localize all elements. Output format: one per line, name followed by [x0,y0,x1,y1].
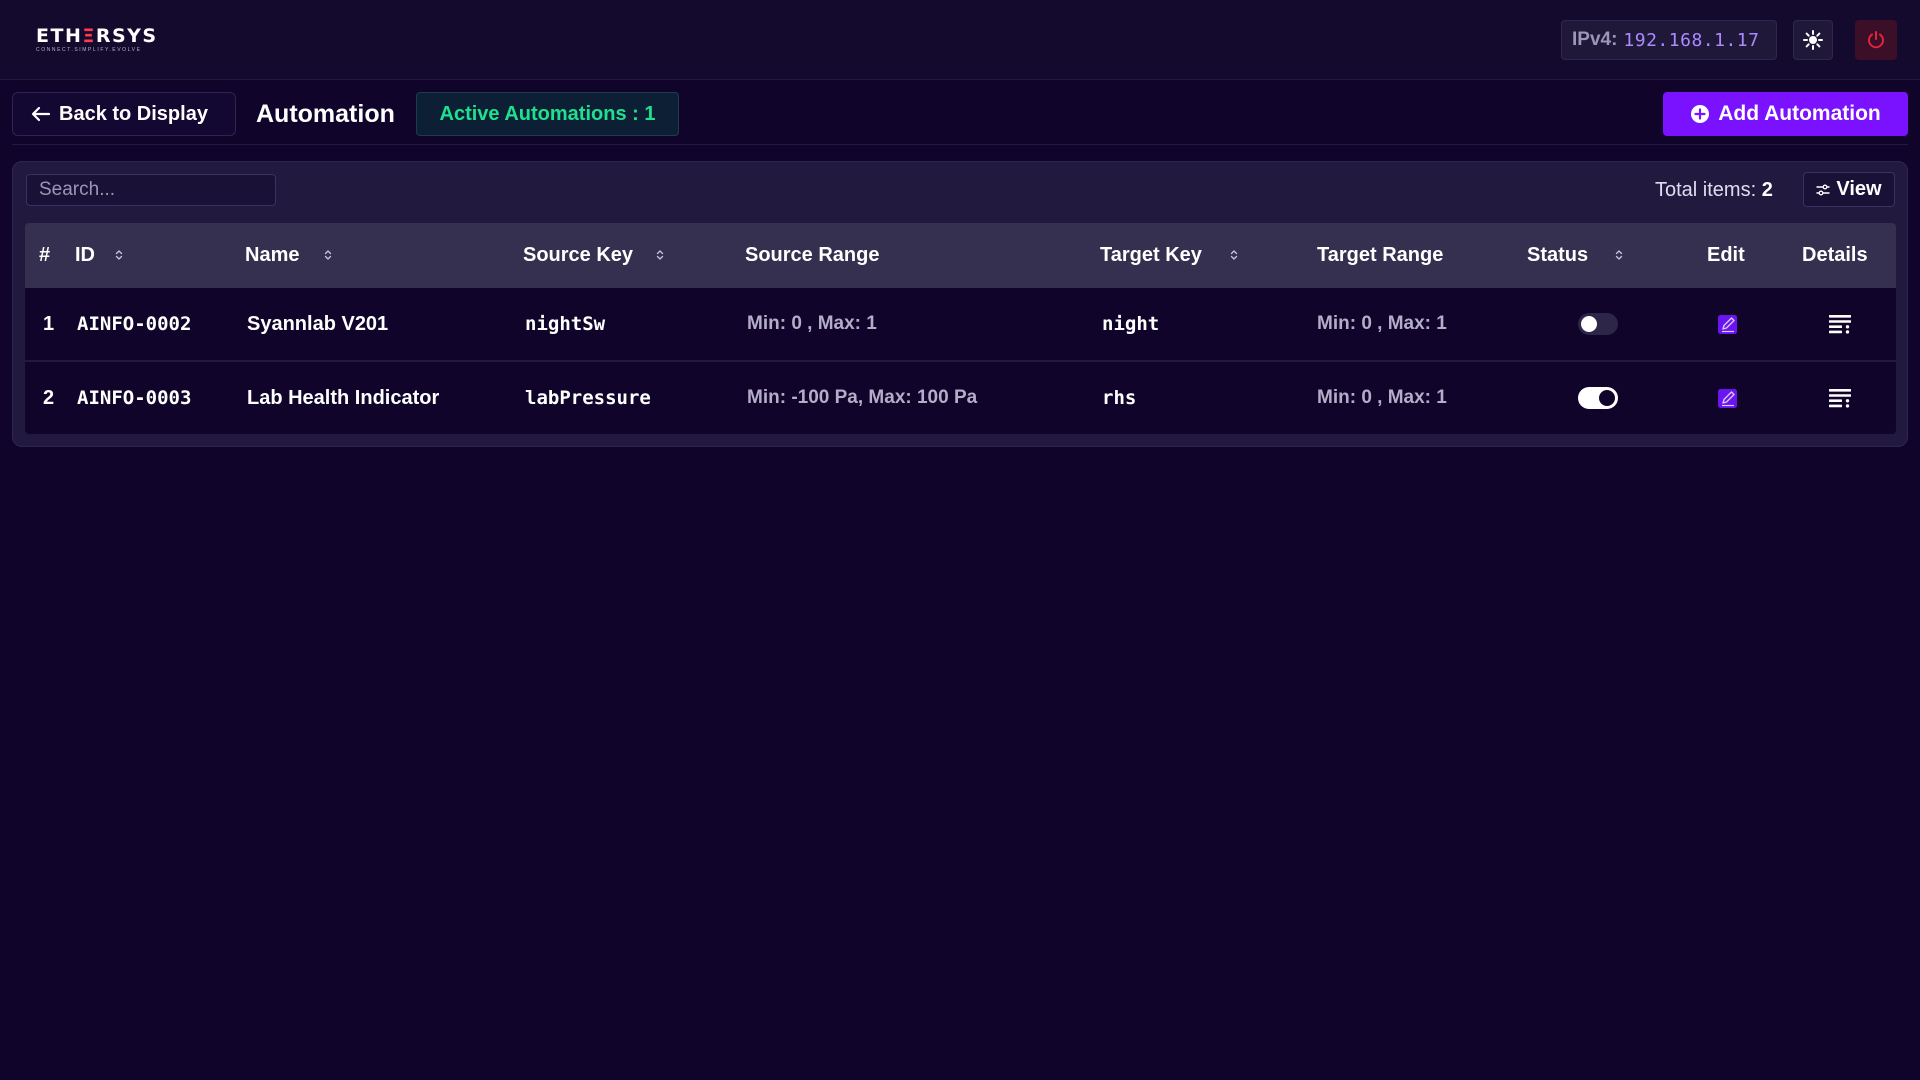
column-header-target-range: Target Range [1317,244,1444,266]
logo-wordmark: ETHΞRSYS [36,25,158,47]
search-input[interactable] [26,174,276,206]
row-name: Lab Health Indicator [247,387,440,409]
sliders-icon [1816,184,1831,195]
row-target-key: night [1102,313,1160,335]
power-icon [1868,31,1884,49]
back-to-display-button[interactable]: Back to Display [12,92,236,136]
column-header-index: # [39,244,51,266]
page-title: Automation [256,100,395,128]
row-id: AINFO-0003 [77,387,192,409]
row-source-range: Min: 0 , Max: 1 [747,313,877,334]
row-index: 2 [43,387,55,409]
sort-icon[interactable] [324,249,332,261]
plus-circle-icon [1691,105,1710,123]
column-header-name[interactable]: Name [245,223,299,288]
ip-value: 192.168.1.17 [1623,29,1760,51]
column-header-edit: Edit [1707,244,1745,266]
top-bar: ETHΞRSYS CONNECT.SIMPLIFY.EVOLVE IPv4: 1… [0,0,1920,80]
view-options-button[interactable]: View [1803,172,1895,207]
table-row: 2 AINFO-0003 Lab Health Indicator labPre… [25,362,1896,434]
ip-label: IPv4: [1572,29,1618,50]
logo-tagline: CONNECT.SIMPLIFY.EVOLVE [36,47,142,53]
active-automations-badge: Active Automations : 1 [416,92,679,136]
sort-icon[interactable] [115,249,123,261]
status-toggle[interactable] [1578,387,1618,409]
power-button[interactable] [1855,20,1897,60]
column-header-source-range: Source Range [745,244,880,266]
add-automation-button[interactable]: Add Automation [1663,92,1908,136]
column-header-source-key[interactable]: Source Key [523,223,633,288]
sort-icon[interactable] [656,249,664,261]
theme-toggle-button[interactable] [1793,20,1833,60]
table-header: # ID Name Source Key Source Range Target… [25,223,1896,288]
sort-icon[interactable] [1230,249,1238,261]
row-source-key: labPressure [525,387,651,409]
add-button-label: Add Automation [1718,102,1881,125]
row-id: AINFO-0002 [77,313,192,335]
row-name: Syannlab V201 [247,313,389,335]
column-header-status[interactable]: Status [1527,223,1588,288]
ip-address-display: IPv4: 192.168.1.17 [1561,20,1777,60]
sun-icon [1803,30,1823,50]
arrow-left-icon [31,106,51,122]
header-divider [12,144,1908,145]
table-row: 1 AINFO-0002 Syannlab V201 nightSw Min: … [25,288,1896,360]
total-items-label: Total items: [1655,179,1757,201]
row-source-range: Min: -100 Pa, Max: 100 Pa [747,387,978,408]
edit-icon[interactable] [1717,387,1739,409]
row-source-key: nightSw [525,313,606,335]
back-button-label: Back to Display [59,102,208,125]
row-target-range: Min: 0 , Max: 1 [1317,313,1447,334]
row-target-range: Min: 0 , Max: 1 [1317,387,1447,408]
toggle-knob [1581,316,1597,332]
sort-icon[interactable] [1615,249,1623,261]
view-button-label: View [1836,178,1882,200]
automation-panel: Total items: 2 View # ID Name Source Key… [12,161,1908,447]
column-header-target-key[interactable]: Target Key [1100,223,1202,288]
total-items-value: 2 [1761,179,1773,201]
status-toggle[interactable] [1578,313,1618,335]
total-items: Total items: 2 [1655,179,1773,203]
row-index: 1 [43,313,55,335]
automations-table: # ID Name Source Key Source Range Target… [25,223,1896,434]
column-header-id[interactable]: ID [75,223,95,288]
edit-icon[interactable] [1717,313,1739,335]
row-target-key: rhs [1102,387,1137,409]
details-list-icon[interactable] [1828,313,1852,335]
column-header-details: Details [1802,244,1868,266]
details-list-icon[interactable] [1828,387,1852,409]
ethersys-logo[interactable]: ETHΞRSYS CONNECT.SIMPLIFY.EVOLVE [36,25,158,54]
toggle-knob [1599,390,1615,406]
